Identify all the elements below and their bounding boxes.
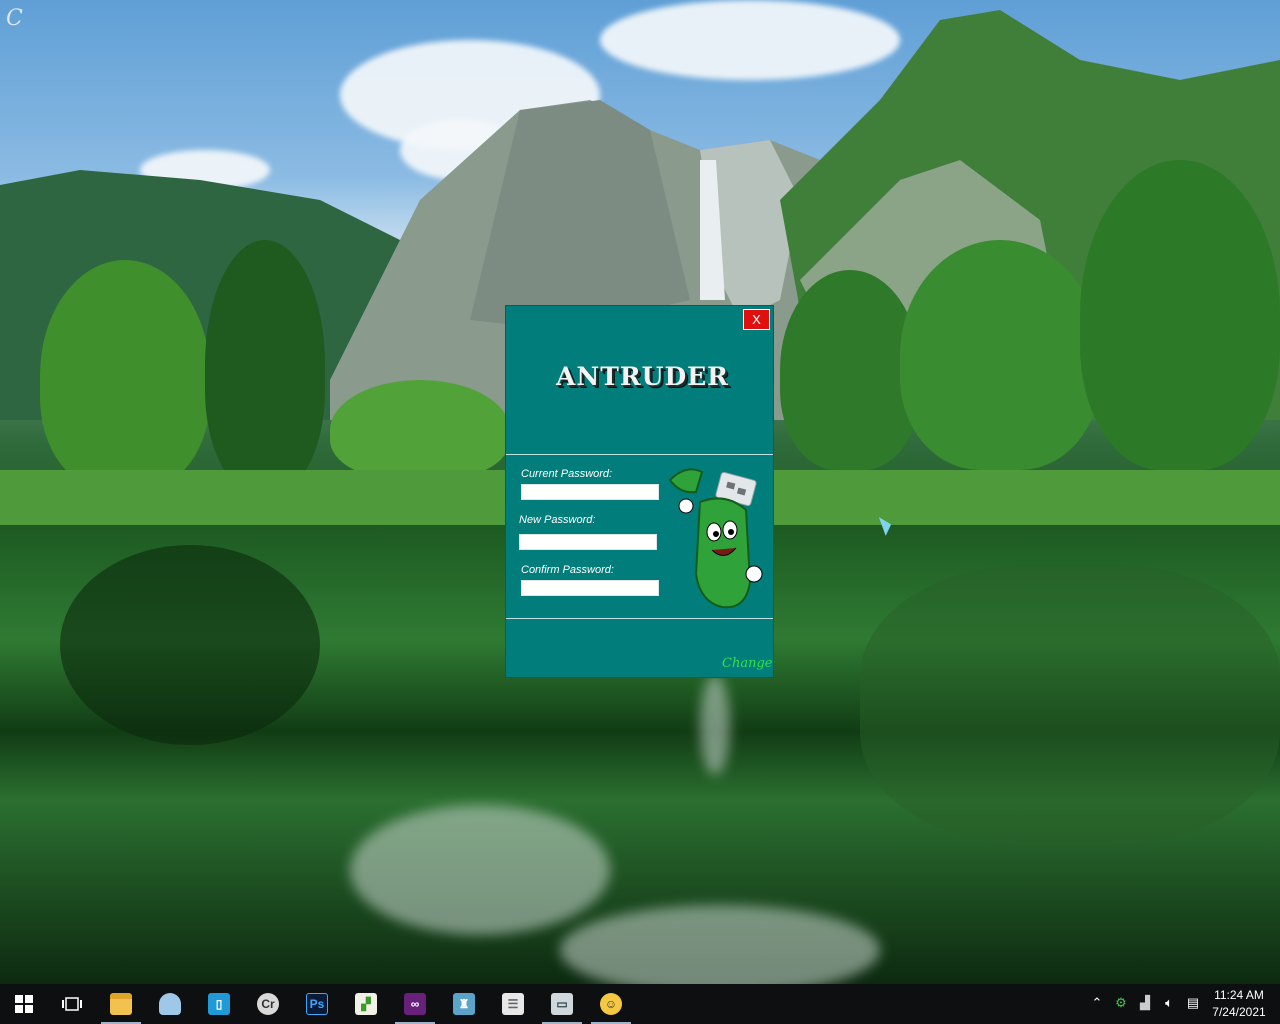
show-hidden-icons-icon[interactable]: ⌃ [1088,994,1106,1012]
notepad-chart-icon: ▞ [355,993,377,1015]
divider-bottom [506,618,773,619]
task-view-button[interactable] [48,984,96,1024]
new-password-input[interactable] [519,534,657,550]
cr-app-icon: Cr [257,993,279,1015]
taskbar-database[interactable]: ☰ [489,984,537,1024]
taskbar-visual-studio[interactable]: ∞ [391,984,439,1024]
close-button[interactable]: X [743,309,770,330]
taskbar-cloud-app[interactable] [146,984,194,1024]
divider-top [506,454,773,455]
app-bracket-icon: ▯ [208,993,230,1015]
taskbar-smiley-app[interactable]: ☺ [587,984,635,1024]
shirt-app-icon: ♜ [453,993,475,1015]
visual-studio-icon: ∞ [404,993,426,1015]
current-password-input[interactable] [521,484,659,500]
confirm-password-input[interactable] [521,580,659,596]
taskbar-clock[interactable]: 11:24 AM 7/24/2021 [1208,987,1270,1021]
change-button[interactable]: Change [722,656,772,671]
photoshop-icon: Ps [306,993,328,1015]
taskbar-monitor-app[interactable]: ▭ [538,984,586,1024]
taskbar-cr-app[interactable]: Cr [244,984,292,1024]
taskbar-bracket-app[interactable]: ▯ [195,984,243,1024]
taskbar-file-explorer[interactable] [97,984,145,1024]
usb-mascot-icon [668,468,763,609]
task-view-icon [62,997,82,1011]
windows-start-icon [15,995,33,1013]
network-disconnected-icon[interactable]: ▟ [1136,994,1154,1012]
confirm-password-label: Confirm Password: [521,564,614,576]
monitor-app-icon: ▭ [551,993,573,1015]
new-password-label: New Password: [519,514,596,526]
start-button[interactable] [0,984,48,1024]
glasses-smiley-icon: ☺ [600,993,622,1015]
tray-app-icon[interactable]: ⚙ [1112,994,1130,1012]
action-center-icon[interactable]: ▤ [1184,994,1202,1012]
taskbar-shirt-app[interactable]: ♜ [440,984,488,1024]
current-password-label: Current Password: [521,468,613,480]
brand-title: ANTRUDER [556,362,729,391]
file-explorer-icon [110,993,132,1015]
clock-date: 7/24/2021 [1212,1005,1266,1019]
clock-time: 11:24 AM [1214,988,1264,1002]
taskbar-notepad-chart[interactable]: ▞ [342,984,390,1024]
cloud-app-icon [159,993,181,1015]
database-icon: ☰ [502,993,524,1015]
taskbar-photoshop[interactable]: Ps [293,984,341,1024]
volume-icon[interactable]: 🔈︎ [1160,994,1178,1012]
corner-glyph: C [6,6,23,31]
